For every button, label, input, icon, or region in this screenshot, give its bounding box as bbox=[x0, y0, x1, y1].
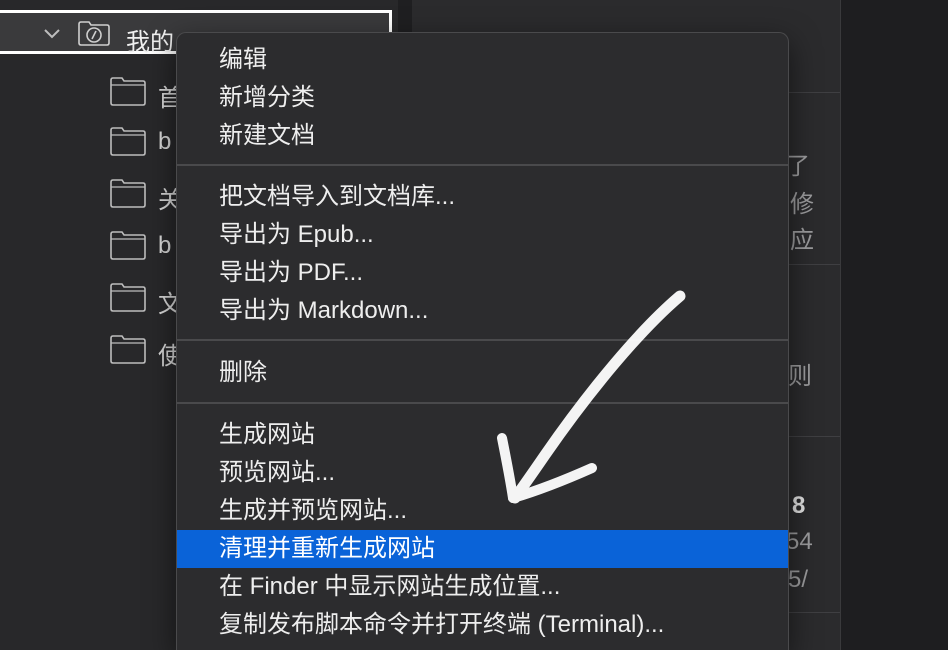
menu-item-export-markdown[interactable]: 导出为 Markdown... bbox=[177, 292, 788, 330]
folder-icon bbox=[110, 230, 146, 260]
folder-icon bbox=[110, 126, 146, 156]
preview-pane bbox=[840, 0, 948, 650]
list-item-text: 5/ bbox=[788, 566, 809, 593]
folder-icon bbox=[110, 282, 146, 312]
list-item-text: 则 bbox=[788, 363, 812, 390]
sidebar-item-label[interactable]: b bbox=[158, 128, 171, 156]
menu-item-generate-site[interactable]: 生成网站 bbox=[177, 416, 788, 454]
menu-item-clean-regenerate[interactable]: 清理并重新生成网站 bbox=[177, 530, 788, 568]
menu-separator bbox=[177, 339, 788, 341]
list-item-text: 了 bbox=[786, 153, 810, 180]
menu-item-new-document[interactable]: 新建文档 bbox=[177, 117, 788, 155]
list-item-count: 8 bbox=[792, 492, 806, 519]
sidebar-root-label: 我的 bbox=[126, 29, 174, 56]
menu-separator bbox=[177, 164, 788, 166]
menu-item-import-documents[interactable]: 把文档导入到文档库... bbox=[177, 178, 788, 216]
folder-icon bbox=[110, 334, 146, 364]
menu-item-copy-publish-command[interactable]: 复制发布脚本命令并打开终端 (Terminal)... bbox=[177, 606, 788, 644]
folder-icon bbox=[110, 76, 146, 106]
list-item-text: 54 bbox=[786, 528, 813, 555]
menu-separator bbox=[177, 402, 788, 404]
menu-item-show-in-finder[interactable]: 在 Finder 中显示网站生成位置... bbox=[177, 568, 788, 606]
site-folder-icon bbox=[78, 20, 110, 46]
folder-icon bbox=[110, 178, 146, 208]
list-item-text: 应 bbox=[790, 227, 814, 254]
menu-item-export-epub[interactable]: 导出为 Epub... bbox=[177, 216, 788, 254]
list-item-text: 修 bbox=[790, 191, 814, 218]
menu-item-delete[interactable]: 删除 bbox=[177, 354, 788, 392]
menu-item-export-pdf[interactable]: 导出为 PDF... bbox=[177, 254, 788, 292]
menu-item-edit[interactable]: 编辑 bbox=[177, 41, 788, 79]
menu-item-new-category[interactable]: 新增分类 bbox=[177, 79, 788, 117]
menu-item-preview-site[interactable]: 预览网站... bbox=[177, 454, 788, 492]
menu-item-generate-and-preview[interactable]: 生成并预览网站... bbox=[177, 492, 788, 530]
sidebar-item-label[interactable]: b bbox=[158, 232, 171, 260]
context-menu: 编辑 新增分类 新建文档 把文档导入到文档库... 导出为 Epub... 导出… bbox=[176, 32, 789, 650]
chevron-down-icon[interactable] bbox=[44, 27, 60, 39]
